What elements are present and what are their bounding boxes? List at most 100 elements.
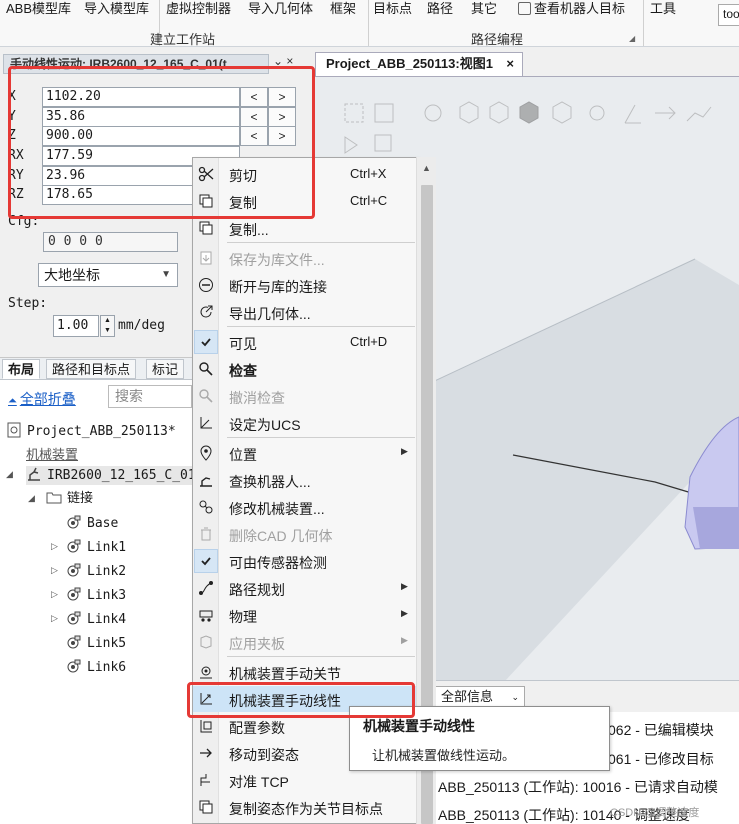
collapse-icon: ⏶	[8, 395, 17, 407]
menu-item-modify-mechanism[interactable]: 修改机械装置...	[193, 494, 417, 520]
path-plan-icon	[199, 581, 213, 595]
viewport-tab[interactable]: Project_ABB_250113:视图1 ×	[315, 52, 523, 76]
joint-jog-icon	[200, 666, 212, 679]
tree-expander-icon[interactable]: ▷	[51, 541, 58, 552]
watermark: CSDN @调整速度	[610, 807, 700, 819]
menu-item-undo-inspect: 撤消检查	[193, 383, 417, 409]
tree-expander-icon[interactable]: ◢	[6, 469, 13, 480]
menu-separator	[227, 437, 415, 438]
menu-item-sensor-detectable[interactable]: 可由传感器检测	[193, 548, 417, 574]
project-icon	[7, 422, 21, 438]
coordinate-system-select[interactable]: 大地坐标 ▼	[38, 263, 178, 287]
step-input[interactable]: 1.00	[53, 315, 99, 337]
scroll-up-icon[interactable]: ▲	[422, 163, 431, 173]
tree-link-5[interactable]: Link5	[66, 634, 126, 653]
tree-section-mechanisms: 机械装置	[26, 447, 79, 462]
step-spinner[interactable]: ▲ ▼	[100, 315, 115, 337]
ribbon-virtual-controller[interactable]: 虚拟控制器	[166, 0, 231, 22]
link-icon	[67, 515, 81, 529]
physics-icon	[199, 610, 213, 622]
ribbon-path[interactable]: 路径	[427, 0, 453, 22]
tree-link-6[interactable]: Link6	[66, 658, 126, 677]
inspect-icon	[199, 362, 213, 376]
measure-icon	[624, 104, 641, 124]
tooltip-title: 机械装置手动线性	[363, 718, 475, 734]
menu-item-position[interactable]: 位置 ▶	[193, 440, 417, 466]
tree-link-base[interactable]: Base	[66, 514, 118, 533]
menu-item-export-geometry[interactable]: 导出几何体...	[193, 299, 417, 325]
close-icon[interactable]: ×	[506, 53, 514, 75]
tree-expander-icon[interactable]: ◢	[28, 493, 35, 504]
menu-separator	[227, 326, 415, 327]
tree-robot[interactable]: IRB2600_12_165_C_01	[26, 466, 196, 485]
tree-project[interactable]: Project_ABB_250113*	[6, 422, 176, 441]
ribbon-import-geometry[interactable]: 导入几何体	[248, 0, 313, 22]
position-icon	[200, 445, 212, 461]
link-icon	[67, 659, 81, 673]
step-label: Step:	[8, 296, 48, 311]
output-filter-select[interactable]: 全部信息 ⌄	[435, 686, 525, 708]
tree-expander-icon[interactable]: ▷	[51, 565, 58, 576]
menu-item-disconnect-library[interactable]: 断开与库的连接	[193, 272, 417, 298]
check-icon	[201, 557, 211, 566]
menu-item-visible[interactable]: 可见 Ctrl+D	[193, 329, 417, 355]
menu-item-set-ucs[interactable]: 设定为UCS	[193, 410, 417, 436]
ribbon-separator	[643, 0, 644, 46]
menu-item-swap-robot[interactable]: 查换机器人...	[193, 467, 417, 493]
tree-expander-icon[interactable]: ▷	[51, 589, 58, 600]
ribbon-import-library[interactable]: 导入模型库	[84, 0, 149, 22]
output-line: 062 - 已编辑模块	[608, 722, 714, 738]
submenu-arrow-icon: ▶	[401, 608, 408, 618]
dialog-launcher-icon[interactable]: ◢	[629, 34, 635, 43]
play-icon	[344, 136, 358, 154]
duplicate-icon	[199, 221, 213, 235]
check-icon	[201, 338, 211, 347]
tree-link-2[interactable]: Link2	[66, 562, 126, 581]
tab-layout[interactable]: 布局	[2, 359, 41, 379]
view-toolbar	[344, 101, 712, 154]
chevron-down-icon: ⌄	[511, 692, 519, 702]
menu-item-physics[interactable]: 物理 ▶	[193, 602, 417, 628]
tab-tags[interactable]: 标记	[146, 359, 185, 379]
search-input[interactable]: 搜索	[108, 385, 192, 408]
arrow-right-icon	[200, 748, 212, 758]
tree-link-3[interactable]: Link3	[66, 586, 126, 605]
tab-paths-targets[interactable]: 路径和目标点	[46, 359, 137, 379]
menu-item-copy-pose-joint-target[interactable]: 复制姿态作为关节目标点	[193, 794, 417, 820]
tree-expander-icon[interactable]: ▷	[51, 613, 58, 624]
collapse-all-link[interactable]: ⏶ 全部折叠	[8, 389, 76, 409]
ribbon-tools[interactable]: 工具	[650, 0, 676, 22]
ribbon-view-robot-target[interactable]: 查看机器人目标	[518, 0, 625, 22]
cube-icon	[552, 101, 572, 124]
cube-icon	[459, 101, 479, 124]
copy-pose-icon	[199, 800, 213, 814]
menu-item-path-planning[interactable]: 路径规划 ▶	[193, 575, 417, 601]
menu-item-inspect[interactable]: 检查	[193, 356, 417, 382]
path-icon	[686, 106, 712, 122]
fixture-icon	[200, 635, 212, 649]
tree-link-1[interactable]: Link1	[66, 538, 126, 557]
save-library-icon	[200, 251, 212, 265]
menu-separator	[227, 656, 415, 657]
output-line: ABB_250113 (工作站): 10016 - 已请求自动模	[438, 779, 718, 795]
menu-item-apply-fixture: 应用夹板 ▶	[193, 629, 417, 655]
ribbon-abb-library[interactable]: ABB模型库	[6, 0, 71, 22]
tree-links-folder[interactable]: 链接	[46, 489, 93, 508]
coordinate-system-value: 大地坐标	[44, 267, 100, 283]
cube-solid-icon	[519, 101, 539, 124]
link-tool-icon	[589, 105, 605, 121]
tree-link-4[interactable]: Link4	[66, 610, 126, 629]
snap-object-icon	[424, 104, 442, 122]
annotation-box-jog-values	[8, 66, 315, 219]
modify-mechanism-icon	[199, 500, 213, 514]
ribbon-frame[interactable]: 框架	[330, 0, 356, 22]
ribbon-target[interactable]: 目标点	[373, 0, 412, 22]
group-label-build-station: 建立工作站	[150, 32, 216, 47]
link-icon	[67, 587, 81, 601]
ribbon-other[interactable]: 其它	[471, 0, 497, 22]
select-icon	[344, 103, 364, 123]
step-unit: mm/deg	[118, 318, 165, 333]
group-label-path-programming: 路径编程	[471, 32, 524, 47]
menu-separator	[227, 242, 415, 243]
ribbon-search-box[interactable]: too	[718, 4, 739, 26]
